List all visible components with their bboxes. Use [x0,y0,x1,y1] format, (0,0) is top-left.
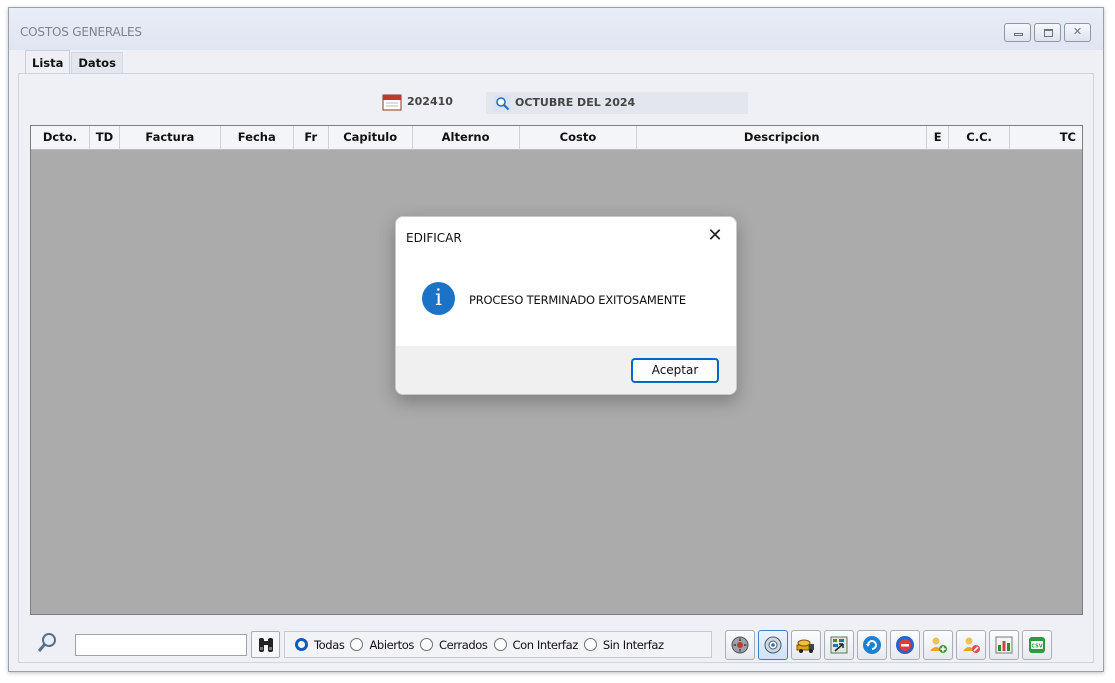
column-header-e[interactable]: E [927,126,950,150]
column-header-td[interactable]: TD [90,126,120,150]
minimize-icon [1014,33,1023,36]
dialog-footer: Aceptar [396,346,736,394]
import-data-icon [830,636,848,654]
refresh-icon [863,636,881,654]
radio-icon [493,638,507,651]
cancel-icon [896,636,914,654]
radio-icon [583,638,597,651]
info-icon: i [422,282,455,315]
search-input[interactable] [75,634,247,656]
chart-icon [995,636,1013,654]
radio-selected-icon [295,638,308,651]
tab-datos[interactable]: Datos [71,52,123,74]
column-header-descripcion[interactable]: Descripcion [637,126,928,150]
radio-icon [350,638,364,651]
svg-text:CSV: CSV [1031,644,1042,650]
search-icon[interactable] [37,631,59,653]
column-header-cc[interactable]: C.C. [949,126,1011,150]
refresh-button[interactable] [857,630,887,660]
column-header-factura[interactable]: Factura [120,126,221,150]
filter-con-interfaz[interactable]: Con Interfaz [493,638,578,652]
close-icon: ✕ [1072,26,1083,38]
period-code: 202410 [407,95,453,108]
calendar-icon[interactable] [382,93,402,111]
bottom-toolbar: Todas Abiertos Cerrados Con Interfaz Sin… [19,620,1093,660]
dialog-body: i PROCESO TERMINADO EXITOSAMENTE [396,253,736,346]
maximize-icon [1044,29,1053,37]
column-header-fr[interactable]: Fr [294,126,329,150]
title-bar: COSTOS GENERALES ✕ [9,8,1103,50]
maximize-button[interactable] [1034,23,1061,42]
filter-sin-interfaz[interactable]: Sin Interfaz [583,638,664,652]
chart-button[interactable] [989,630,1019,660]
column-header-fecha[interactable]: Fecha [221,126,294,150]
filter-cerrados[interactable]: Cerrados [419,638,488,652]
dialog-message: PROCESO TERMINADO EXITOSAMENTE [469,293,686,307]
message-dialog: EDIFICAR ✕ i PROCESO TERMINADO EXITOSAME… [395,216,737,395]
add-user-button[interactable] [923,630,953,660]
tab-strip: Lista Datos [25,50,123,74]
window-title: COSTOS GENERALES [20,25,142,39]
close-icon: ✕ [707,225,723,246]
grid-header: Dcto. TD Factura Fecha Fr Capitulo Alter… [31,126,1082,150]
binoculars-icon [259,638,273,652]
column-header-tc[interactable]: TC [1010,126,1082,150]
magnifier-icon [494,95,511,112]
period-name: OCTUBRE DEL 2024 [515,96,636,109]
edit-user-icon [963,637,980,653]
column-header-costo[interactable]: Costo [520,126,638,150]
edificar-logo-button[interactable] [725,630,755,660]
column-header-alterno[interactable]: Alterno [413,126,520,150]
csv-export-button[interactable]: CSV [1022,630,1052,660]
edificar-settings-button[interactable] [758,630,788,660]
csv-export-icon: CSV [1029,637,1045,653]
edificar-settings-icon [764,636,782,654]
close-window-button[interactable]: ✕ [1064,23,1091,42]
edit-user-button[interactable] [956,630,986,660]
ok-button[interactable]: Aceptar [631,358,719,383]
column-header-capitulo[interactable]: Capitulo [329,126,413,150]
cement-truck-icon [796,639,814,653]
edificar-logo-icon [731,636,749,654]
find-button[interactable] [251,631,280,658]
period-selector[interactable]: OCTUBRE DEL 2024 [486,92,748,114]
minimize-button[interactable] [1004,23,1031,42]
dialog-title: EDIFICAR [406,231,462,245]
add-user-icon [930,637,947,653]
filter-todas[interactable]: Todas [295,638,345,652]
tab-lista[interactable]: Lista [25,50,71,74]
window-controls: ✕ [1004,23,1091,42]
period-bar: 202410 OCTUBRE DEL 2024 [19,90,1093,114]
radio-icon [419,638,433,651]
status-filter-group: Todas Abiertos Cerrados Con Interfaz Sin… [284,631,712,658]
action-buttons: CSV [725,630,1052,660]
cancel-button[interactable] [890,630,920,660]
import-data-button[interactable] [824,630,854,660]
column-header-dcto[interactable]: Dcto. [31,126,90,150]
cement-truck-button[interactable] [791,630,821,660]
dialog-close-button[interactable]: ✕ [704,225,726,247]
filter-abiertos[interactable]: Abiertos [350,638,414,652]
